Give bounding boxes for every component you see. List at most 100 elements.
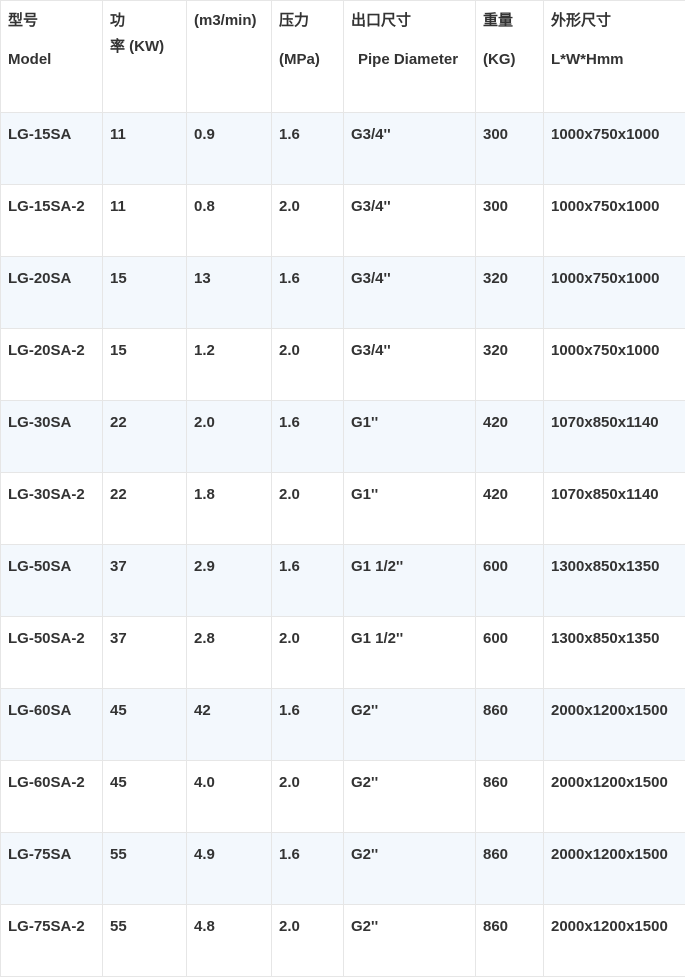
dimensions-cell: 1300x850x1350 xyxy=(544,617,685,689)
weight-cell: 320 xyxy=(476,257,544,329)
power-cell: 22 xyxy=(103,473,187,545)
flow-cell: 1.2 xyxy=(187,329,272,401)
power-cell: 15 xyxy=(103,329,187,401)
pressure-cell: 2.0 xyxy=(272,617,344,689)
weight-cell: 420 xyxy=(476,401,544,473)
table-row: LG-75SA554.91.6G2''8602000x1200x1500 xyxy=(1,833,685,905)
power-cell: 15 xyxy=(103,257,187,329)
pipe-diameter-cell: G2'' xyxy=(344,689,476,761)
flow-cell: 4.9 xyxy=(187,833,272,905)
weight-cell: 860 xyxy=(476,905,544,977)
header-weight: 重量 (KG) xyxy=(476,1,544,113)
power-cell: 45 xyxy=(103,761,187,833)
pressure-cell: 1.6 xyxy=(272,257,344,329)
pipe-diameter-cell: G3/4'' xyxy=(344,113,476,185)
header-flow: (m3/min) xyxy=(187,1,272,113)
table-row: LG-60SA45421.6G2''8602000x1200x1500 xyxy=(1,689,685,761)
pipe-diameter-cell: G2'' xyxy=(344,833,476,905)
dimensions-cell: 1000x750x1000 xyxy=(544,329,685,401)
pressure-cell: 1.6 xyxy=(272,401,344,473)
weight-cell: 860 xyxy=(476,689,544,761)
flow-cell: 2.0 xyxy=(187,401,272,473)
model-cell: LG-20SA xyxy=(1,257,103,329)
pressure-cell: 2.0 xyxy=(272,185,344,257)
pressure-cell: 2.0 xyxy=(272,905,344,977)
weight-cell: 600 xyxy=(476,617,544,689)
model-cell: LG-15SA xyxy=(1,113,103,185)
table-header: 型号 Model 功 率 (KW) (m3/min) 压力 (MPa) 出口尺寸… xyxy=(1,1,685,113)
power-cell: 55 xyxy=(103,833,187,905)
pipe-diameter-cell: G1'' xyxy=(344,473,476,545)
header-dimensions-cn: 外形尺寸 xyxy=(551,13,685,28)
power-cell: 37 xyxy=(103,617,187,689)
pressure-cell: 2.0 xyxy=(272,329,344,401)
weight-cell: 300 xyxy=(476,113,544,185)
power-cell: 11 xyxy=(103,185,187,257)
header-model-en: Model xyxy=(8,52,102,67)
header-pressure: 压力 (MPa) xyxy=(272,1,344,113)
table-row: LG-50SA372.91.6G1 1/2''6001300x850x1350 xyxy=(1,545,685,617)
pressure-cell: 1.6 xyxy=(272,689,344,761)
table-row: LG-30SA-2221.82.0G1''4201070x850x1140 xyxy=(1,473,685,545)
header-weight-cn: 重量 xyxy=(483,13,543,28)
pipe-diameter-cell: G2'' xyxy=(344,905,476,977)
power-cell: 55 xyxy=(103,905,187,977)
table-row: LG-75SA-2554.82.0G2''8602000x1200x1500 xyxy=(1,905,685,977)
header-pressure-cn: 压力 xyxy=(279,13,343,28)
header-pipe-cn: 出口尺寸 xyxy=(351,13,475,28)
flow-cell: 0.9 xyxy=(187,113,272,185)
model-cell: LG-75SA xyxy=(1,833,103,905)
pipe-diameter-cell: G3/4'' xyxy=(344,329,476,401)
flow-cell: 0.8 xyxy=(187,185,272,257)
flow-cell: 2.8 xyxy=(187,617,272,689)
model-cell: LG-50SA xyxy=(1,545,103,617)
header-power: 功 率 (KW) xyxy=(103,1,187,113)
pipe-diameter-cell: G3/4'' xyxy=(344,257,476,329)
model-cell: LG-20SA-2 xyxy=(1,329,103,401)
pressure-cell: 1.6 xyxy=(272,833,344,905)
table-row: LG-20SA15131.6G3/4''3201000x750x1000 xyxy=(1,257,685,329)
dimensions-cell: 2000x1200x1500 xyxy=(544,761,685,833)
model-cell: LG-60SA xyxy=(1,689,103,761)
header-model-cn: 型号 xyxy=(8,13,102,28)
table-row: LG-15SA-2110.82.0G3/4''3001000x750x1000 xyxy=(1,185,685,257)
model-cell: LG-60SA-2 xyxy=(1,761,103,833)
pressure-cell: 2.0 xyxy=(272,761,344,833)
pipe-diameter-cell: G1 1/2'' xyxy=(344,617,476,689)
table-row: LG-20SA-2151.22.0G3/4''3201000x750x1000 xyxy=(1,329,685,401)
model-cell: LG-30SA xyxy=(1,401,103,473)
power-cell: 37 xyxy=(103,545,187,617)
flow-cell: 4.0 xyxy=(187,761,272,833)
power-cell: 22 xyxy=(103,401,187,473)
header-power-line1: 功 xyxy=(110,13,186,28)
flow-cell: 2.9 xyxy=(187,545,272,617)
pipe-diameter-cell: G2'' xyxy=(344,761,476,833)
weight-cell: 860 xyxy=(476,833,544,905)
weight-cell: 300 xyxy=(476,185,544,257)
dimensions-cell: 1070x850x1140 xyxy=(544,473,685,545)
header-row: 型号 Model 功 率 (KW) (m3/min) 压力 (MPa) 出口尺寸… xyxy=(1,1,685,113)
dimensions-cell: 1000x750x1000 xyxy=(544,257,685,329)
header-power-line2: 率 (KW) xyxy=(110,39,186,54)
dimensions-cell: 1000x750x1000 xyxy=(544,185,685,257)
model-cell: LG-50SA-2 xyxy=(1,617,103,689)
dimensions-cell: 2000x1200x1500 xyxy=(544,833,685,905)
dimensions-cell: 1300x850x1350 xyxy=(544,545,685,617)
spec-table: 型号 Model 功 率 (KW) (m3/min) 压力 (MPa) 出口尺寸… xyxy=(0,0,685,977)
table-body: LG-15SA110.91.6G3/4''3001000x750x1000LG-… xyxy=(1,113,685,977)
header-flow-unit: (m3/min) xyxy=(194,13,271,28)
flow-cell: 13 xyxy=(187,257,272,329)
flow-cell: 4.8 xyxy=(187,905,272,977)
header-pipe-diameter: 出口尺寸 Pipe Diameter xyxy=(344,1,476,113)
pipe-diameter-cell: G1'' xyxy=(344,401,476,473)
flow-cell: 1.8 xyxy=(187,473,272,545)
pressure-cell: 1.6 xyxy=(272,113,344,185)
table-row: LG-30SA222.01.6G1''4201070x850x1140 xyxy=(1,401,685,473)
model-cell: LG-15SA-2 xyxy=(1,185,103,257)
model-cell: LG-75SA-2 xyxy=(1,905,103,977)
model-cell: LG-30SA-2 xyxy=(1,473,103,545)
table-row: LG-15SA110.91.6G3/4''3001000x750x1000 xyxy=(1,113,685,185)
pipe-diameter-cell: G1 1/2'' xyxy=(344,545,476,617)
power-cell: 11 xyxy=(103,113,187,185)
pipe-diameter-cell: G3/4'' xyxy=(344,185,476,257)
